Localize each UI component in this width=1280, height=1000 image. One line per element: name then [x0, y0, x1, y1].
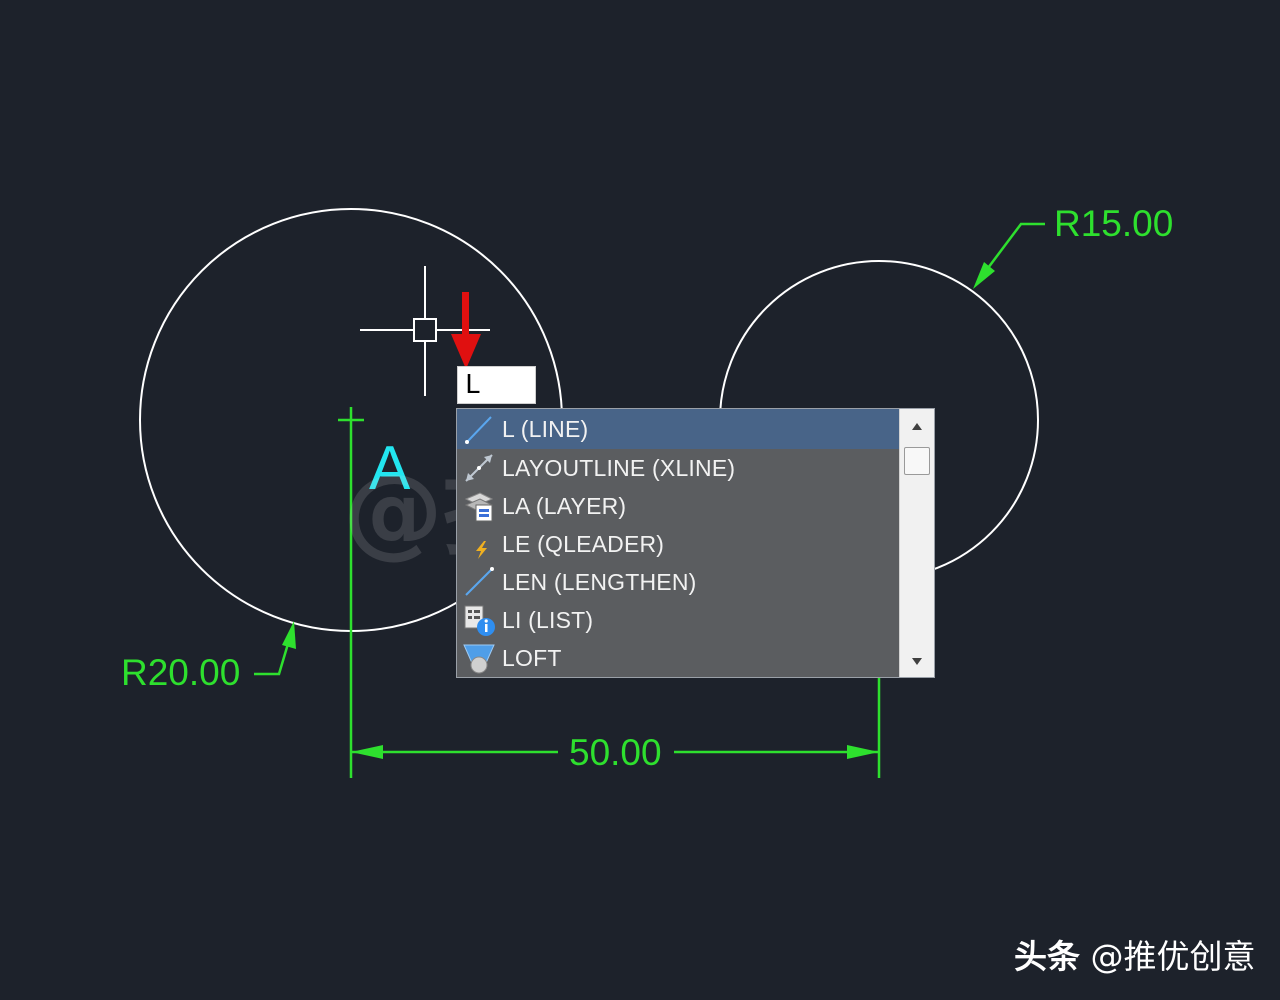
dimension-radius-right: [973, 222, 1045, 289]
autocomplete-item-label: LI (LIST): [502, 606, 594, 633]
scroll-up-arrow-icon[interactable]: [912, 423, 922, 430]
autocomplete-item-qleader[interactable]: LE (QLEADER): [457, 525, 900, 563]
autocomplete-item-label: LEN (LENGTHEN): [502, 568, 697, 595]
watermark-corner: 头条 @推优创意: [1014, 930, 1256, 978]
command-autocomplete-list[interactable]: L (LINE) LAYOUTLINE (XLINE) LA (LAYER) L…: [456, 408, 935, 678]
xline-icon: [465, 454, 493, 482]
autocomplete-item-layer[interactable]: LA (LAYER): [457, 487, 900, 525]
loft-icon: [463, 644, 495, 674]
dimension-radius-left-text: R20.00: [121, 652, 240, 693]
autocomplete-item-label: LOFT: [502, 644, 562, 671]
line-icon: [465, 416, 492, 444]
autocomplete-item-list[interactable]: LI (LIST): [457, 601, 900, 639]
list-icon: [464, 605, 495, 636]
autocomplete-item-label: LE (QLEADER): [502, 530, 665, 557]
watermark-account: @推优创意: [1090, 937, 1256, 976]
dimension-radius-right-text: R15.00: [1054, 203, 1173, 244]
qleader-icon: [476, 541, 487, 559]
scrollbar-thumb[interactable]: [904, 447, 930, 475]
autocomplete-item-label: L (LINE): [502, 415, 589, 442]
autocomplete-item-xline[interactable]: LAYOUTLINE (XLINE): [457, 449, 900, 487]
autocomplete-scrollbar[interactable]: [899, 409, 934, 677]
dynamic-command-input[interactable]: L: [457, 366, 536, 404]
scroll-down-arrow-icon[interactable]: [912, 658, 922, 665]
autocomplete-item-label: LAYOUTLINE (XLINE): [502, 454, 736, 481]
dimension-linear-text: 50.00: [569, 732, 662, 773]
lengthen-icon: [465, 567, 494, 596]
autocomplete-item-loft[interactable]: LOFT: [457, 639, 900, 677]
dimension-radius-left: [254, 621, 296, 676]
autocomplete-item-lengthen[interactable]: LEN (LENGTHEN): [457, 563, 900, 601]
layer-icon: [464, 492, 494, 522]
autocomplete-item-line[interactable]: L (LINE): [457, 409, 900, 449]
watermark-platform: 头条: [1014, 937, 1080, 976]
autocomplete-item-label: LA (LAYER): [502, 492, 627, 519]
